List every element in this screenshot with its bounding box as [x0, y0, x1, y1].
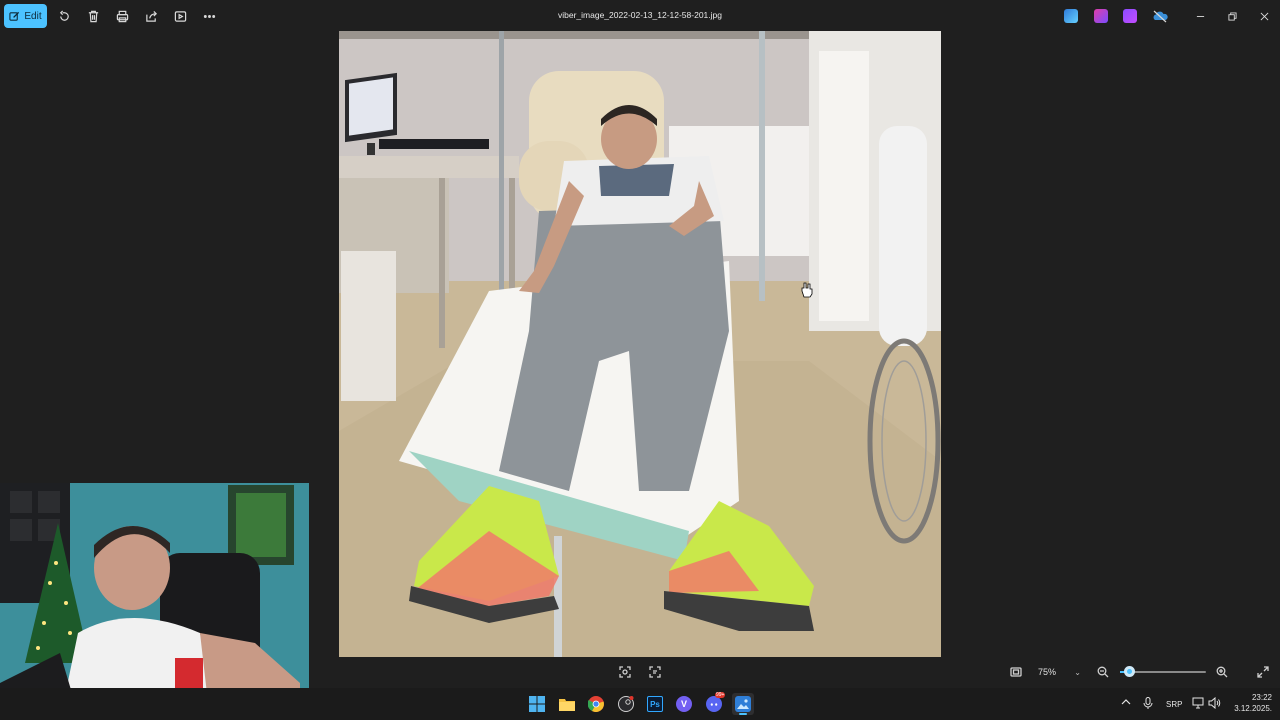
onedrive-icon[interactable]	[1152, 9, 1168, 23]
language-indicator[interactable]: SRP	[1166, 700, 1182, 709]
share-icon[interactable]	[143, 8, 159, 24]
rotate-icon[interactable]	[56, 8, 72, 24]
tray-overflow-chevron-icon[interactable]	[1121, 697, 1131, 709]
print-icon[interactable]	[114, 8, 130, 24]
video-editor-icon[interactable]	[1123, 9, 1137, 23]
visual-search-icon[interactable]	[617, 664, 633, 680]
clipchamp-icon[interactable]	[1094, 9, 1108, 23]
restore-button[interactable]	[1224, 8, 1240, 24]
active-app-indicator	[739, 713, 747, 715]
photoshop-label: Ps	[647, 696, 663, 712]
hand-cursor-icon	[801, 282, 813, 298]
edit-label: Edit	[24, 10, 42, 22]
volume-icon[interactable]	[1208, 696, 1221, 711]
webcam-overlay-video	[0, 483, 309, 720]
viber-label: V	[676, 696, 692, 712]
microphone-icon[interactable]	[1143, 697, 1153, 711]
taskbar-clock[interactable]: 23:22 3.12.2025.	[1226, 692, 1272, 714]
full-screen-icon[interactable]	[1255, 664, 1271, 680]
edit-pencil-icon	[9, 11, 20, 21]
zoom-level-dropdown[interactable]: 75% ⌄	[1031, 663, 1087, 681]
discord-icon[interactable]: 99+	[703, 692, 726, 715]
steam-icon[interactable]	[615, 693, 637, 715]
minimize-button[interactable]	[1192, 8, 1208, 24]
clock-time: 23:22	[1251, 693, 1272, 702]
zoom-out-icon[interactable]	[1095, 664, 1111, 680]
clock-date: 3.12.2025.	[1234, 704, 1272, 713]
photos-app-icon[interactable]	[732, 693, 754, 715]
zoom-level-value: 75%	[1038, 667, 1057, 677]
close-button[interactable]	[1256, 8, 1272, 24]
more-icon[interactable]	[201, 8, 217, 24]
fit-to-window-icon[interactable]	[1008, 664, 1024, 680]
discord-notification-badge: 99+	[715, 692, 726, 698]
start-icon[interactable]	[526, 693, 548, 715]
zoom-in-icon[interactable]	[1214, 664, 1230, 680]
delete-icon[interactable]	[85, 8, 101, 24]
zoom-slider-thumb[interactable]	[1123, 666, 1135, 677]
designer-icon[interactable]	[1064, 9, 1078, 23]
network-icon[interactable]	[1192, 697, 1204, 711]
title-bar: Edit viber_image_2022-02-13_12-12-58-201…	[0, 0, 1280, 32]
slideshow-icon[interactable]	[172, 8, 188, 24]
edit-button[interactable]: Edit	[4, 4, 47, 28]
chevron-down-icon: ⌄	[1074, 667, 1081, 677]
chrome-icon[interactable]	[585, 693, 607, 715]
file-explorer-icon[interactable]	[556, 693, 578, 715]
taskbar	[0, 688, 1280, 720]
file-name-title: viber_image_2022-02-13_12-12-58-201.jpg	[558, 10, 722, 20]
photoshop-icon[interactable]: Ps	[644, 693, 666, 715]
scan-text-icon[interactable]	[647, 664, 663, 680]
viber-icon[interactable]: V	[673, 693, 695, 715]
photo-viewer-image[interactable]	[339, 31, 941, 657]
